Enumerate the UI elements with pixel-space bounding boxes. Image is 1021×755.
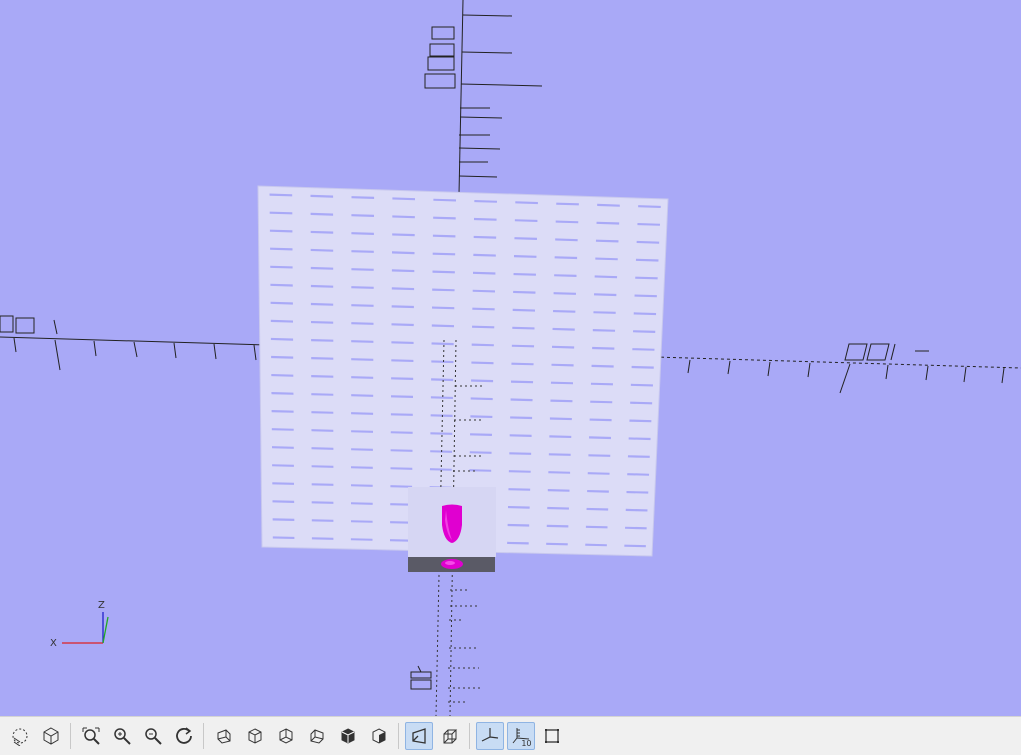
axes-icon [481, 728, 498, 742]
zoom-out-icon [144, 728, 162, 745]
back-view-button[interactable] [365, 722, 393, 750]
right-view-icon [217, 729, 230, 744]
right-view-button[interactable] [210, 722, 238, 750]
preview-icon [12, 728, 27, 746]
front-view-icon [341, 728, 354, 744]
bottom-view-icon [279, 728, 292, 744]
toolbar-separator [203, 723, 204, 749]
bottom-view-button[interactable] [272, 722, 300, 750]
show-scale-markers-button[interactable]: 10 [506, 722, 535, 750]
left-view-button[interactable] [303, 722, 331, 750]
x-axis-positive [654, 343, 1021, 394]
zoom-in-icon [113, 728, 131, 745]
show-axes-button[interactable] [475, 722, 504, 750]
axis-indicator-x-label: X [50, 638, 57, 649]
perspective-button[interactable] [404, 722, 433, 750]
toolbar-separator [469, 723, 470, 749]
top-view-button[interactable] [241, 722, 269, 750]
view-all-button[interactable] [77, 722, 105, 750]
left-view-icon [310, 729, 323, 744]
viewport-scene [0, 0, 1021, 716]
model-object [408, 487, 496, 572]
back-view-icon [372, 728, 385, 744]
toolbar-separator [398, 723, 399, 749]
x-axis-negative [0, 315, 301, 371]
preview-button[interactable] [6, 722, 34, 750]
reset-view-icon [175, 727, 192, 744]
axis-indicator-z-label: Z [98, 600, 105, 611]
y-axis-negative-label [410, 665, 432, 690]
view-all-icon [82, 727, 100, 745]
show-edges-button[interactable] [538, 722, 566, 750]
3d-viewport[interactable]: Z X [0, 0, 1021, 716]
reset-view-button[interactable] [170, 722, 198, 750]
axis-indicator [62, 612, 109, 644]
orthogonal-button[interactable] [436, 722, 464, 750]
front-view-button[interactable] [334, 722, 362, 750]
orthogonal-icon [443, 729, 457, 744]
scale-markers-label: 10 [521, 739, 532, 748]
render-button[interactable] [37, 722, 65, 750]
toolbar-separator [70, 723, 71, 749]
edges-icon [544, 729, 559, 743]
zoom-in-button[interactable] [108, 722, 136, 750]
zoom-out-button[interactable] [139, 722, 167, 750]
perspective-icon [411, 728, 426, 744]
top-view-icon [248, 728, 261, 744]
render-icon [43, 727, 58, 745]
view-toolbar: 10 [0, 716, 1021, 755]
